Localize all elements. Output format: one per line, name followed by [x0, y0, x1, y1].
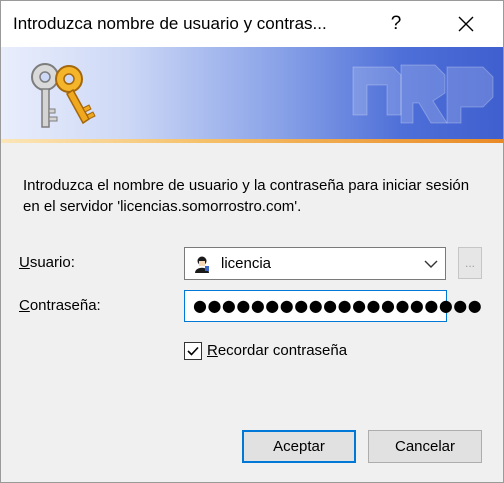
banner	[1, 47, 503, 139]
user-avatar-icon	[193, 255, 211, 273]
password-field[interactable]: ●●●●●●●●●●●●●●●●●●●●	[184, 290, 482, 322]
close-icon	[458, 16, 474, 32]
title-bar: Introduzca nombre de usuario y contras..…	[1, 1, 503, 47]
password-label-access-key: C	[19, 297, 30, 314]
accept-button[interactable]: Aceptar	[242, 430, 356, 463]
window-title: Introduzca nombre de usuario y contras..…	[13, 14, 327, 33]
password-label-text: ontraseña:	[29, 297, 101, 314]
help-icon: ?	[390, 13, 402, 34]
remember-password-checkbox[interactable]	[184, 342, 202, 360]
user-label-access-key: U	[19, 254, 30, 271]
browse-users-button[interactable]: ...	[458, 247, 482, 279]
user-label-text: suario:	[29, 254, 75, 271]
cancel-button[interactable]: Cancelar	[368, 430, 482, 463]
close-button[interactable]	[443, 1, 489, 47]
credentials-dialog: Introduzca nombre de usuario y contras..…	[0, 0, 504, 483]
help-button[interactable]: ?	[373, 1, 419, 47]
chevron-down-icon[interactable]	[423, 257, 439, 271]
description-text: Introduzca el nombre de usuario y la con…	[23, 177, 470, 215]
password-value: ●●●●●●●●●●●●●●●●●●●●	[193, 296, 483, 315]
dialog-body: Introduzca el nombre de usuario y la con…	[1, 143, 503, 482]
checkmark-icon	[187, 346, 199, 356]
remember-password-label[interactable]: Recordar contraseña	[207, 342, 347, 359]
user-value: licencia	[221, 255, 272, 272]
remember-label-text: ecordar contraseña	[217, 342, 348, 359]
user-label: Usuario:	[19, 254, 75, 271]
user-combobox[interactable]: licencia	[184, 247, 446, 280]
remember-access-key: R	[207, 342, 218, 359]
keys-icon	[31, 63, 96, 128]
password-label: Contraseña:	[19, 297, 101, 314]
